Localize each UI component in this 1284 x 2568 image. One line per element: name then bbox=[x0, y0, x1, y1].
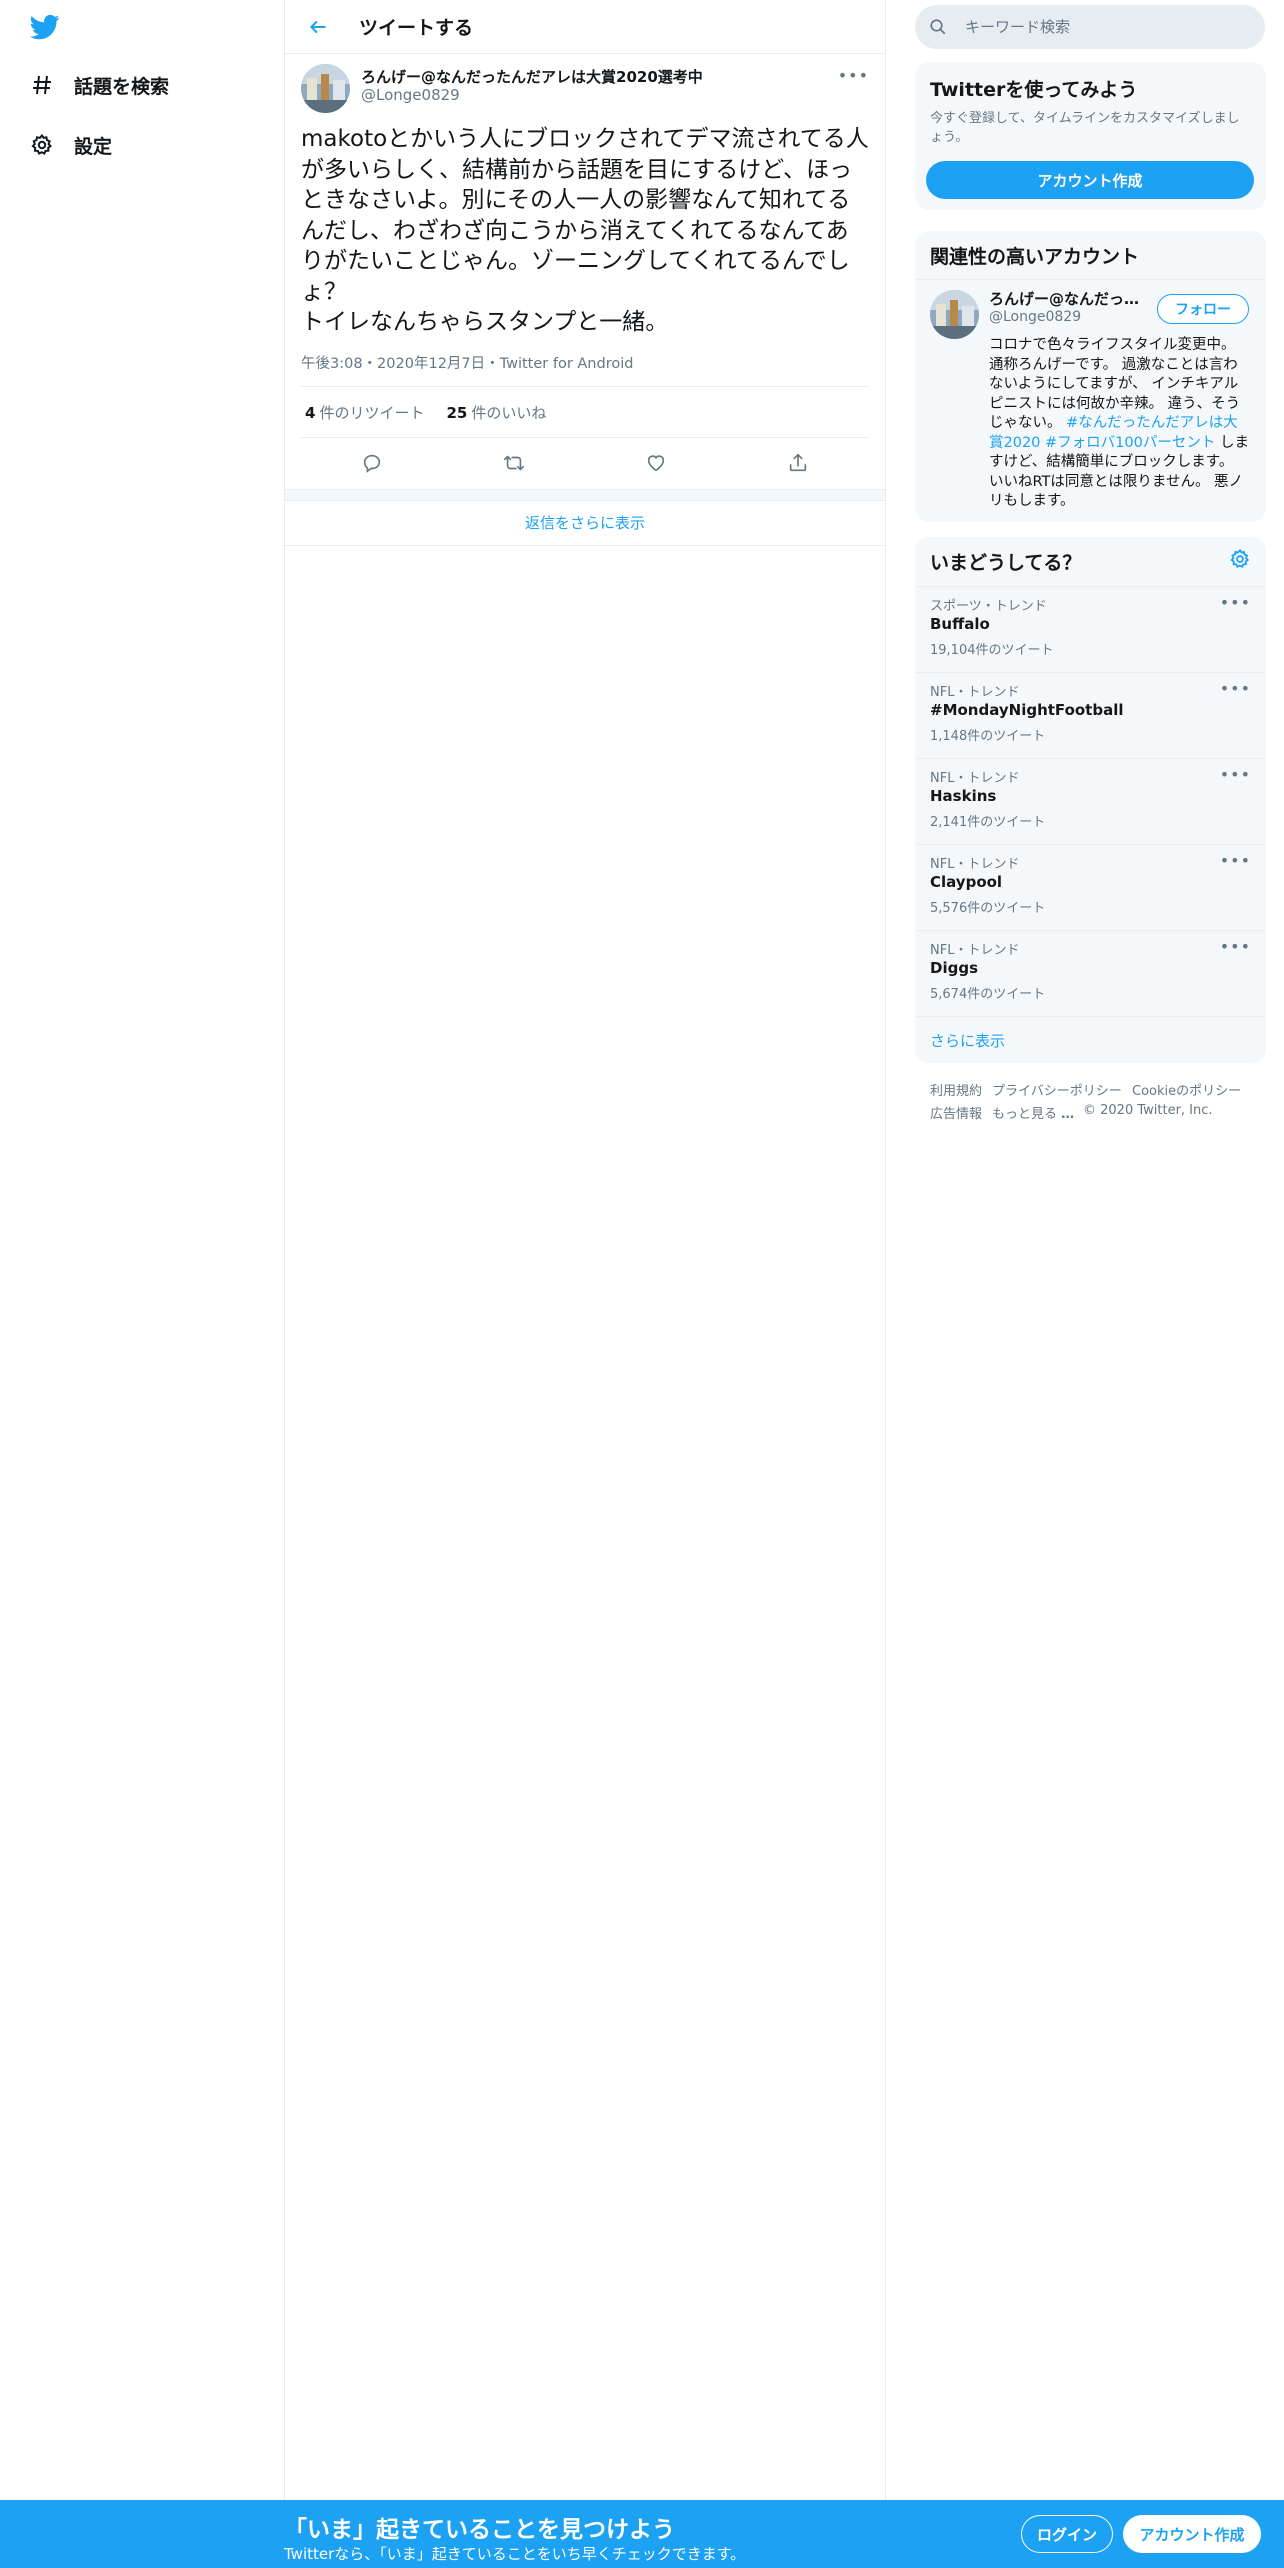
trend-more-icon[interactable]: ••• bbox=[1220, 851, 1251, 870]
tweet-stats: 4 件のリツイート 25 件のいいね bbox=[301, 386, 869, 438]
trend-category: NFL・トレンド bbox=[930, 685, 1020, 700]
page-title: ツイートする bbox=[359, 17, 474, 39]
share-icon[interactable] bbox=[781, 446, 815, 480]
hashtag-icon bbox=[28, 71, 56, 99]
signup-card-title: Twitterを使ってみよう bbox=[930, 79, 1138, 101]
nav-label-settings: 設定 bbox=[74, 135, 113, 158]
footer-links: 利用規約 プライバシーポリシー Cookieのポリシー 広告情報 もっと見る …… bbox=[930, 1078, 1270, 1128]
tweet-timestamp[interactable]: 午後3:08・2020年12月7日・Twitter for Android bbox=[301, 352, 633, 373]
back-arrow-icon[interactable] bbox=[303, 12, 333, 42]
trend-more-icon[interactable]: ••• bbox=[1220, 593, 1251, 612]
trends-card: いまどうしてる？ スポーツ・トレンド Buffalo 19,104件のツイート … bbox=[915, 537, 1266, 1063]
trend-count: 1,148件のツイート bbox=[930, 729, 1046, 744]
search-icon bbox=[929, 17, 949, 37]
follow-button[interactable]: フォロー bbox=[1157, 294, 1249, 324]
like-count-value: 25 bbox=[446, 403, 468, 422]
trend-count: 5,576件のツイート bbox=[930, 901, 1046, 916]
footer-more-dots-icon: … bbox=[1061, 1107, 1075, 1122]
trend-name: Buffalo bbox=[930, 615, 990, 633]
trend-name: Diggs bbox=[930, 959, 978, 977]
trend-more-icon[interactable]: ••• bbox=[1220, 679, 1251, 698]
trend-category: NFL・トレンド bbox=[930, 857, 1020, 872]
trends-show-more[interactable]: さらに表示 bbox=[916, 1016, 1265, 1062]
trend-name: Haskins bbox=[930, 787, 997, 805]
related-account-name[interactable]: ろんげー@なんだっ… bbox=[989, 288, 1149, 309]
trends-show-more-label: さらに表示 bbox=[930, 1032, 1006, 1050]
banner-title: 「いま」起きていることを見つけよう bbox=[284, 2517, 675, 2543]
banner-signup-button[interactable]: アカウント作成 bbox=[1123, 2515, 1261, 2553]
trends-title: いまどうしてる？ bbox=[930, 552, 1082, 574]
nav-item-settings[interactable]: 設定 bbox=[28, 121, 112, 169]
author-name[interactable]: ろんげー@なんだったんだアレは大賞2020選考中 bbox=[361, 66, 703, 87]
footer-ads-link[interactable]: 広告情報 bbox=[930, 1103, 982, 1122]
related-account-row[interactable]: ろんげー@なんだっ… @Longe0829 フォロー コロナで色々ライフスタイル… bbox=[916, 279, 1265, 521]
footer-more-label: もっと見る bbox=[992, 1107, 1058, 1122]
footer-cookie-link[interactable]: Cookieのポリシー bbox=[1132, 1080, 1241, 1099]
retweet-count[interactable]: 4 件のリツイート bbox=[305, 402, 424, 423]
like-count[interactable]: 25 件のいいね bbox=[446, 402, 546, 423]
left-nav: 話題を検索 設定 bbox=[0, 0, 284, 2568]
show-more-replies-link[interactable]: 返信をさらに表示 bbox=[285, 500, 885, 546]
retweet-count-value: 4 bbox=[305, 403, 316, 422]
signup-card-subtitle: 今すぐ登録して、タイムラインをカスタマイズしましょう。 bbox=[930, 111, 1240, 145]
reply-icon[interactable] bbox=[355, 446, 389, 480]
footer-copyright: © 2020 Twitter, Inc. bbox=[1083, 1103, 1213, 1118]
author-avatar[interactable] bbox=[301, 64, 350, 113]
trend-item[interactable]: NFL・トレンド Diggs 5,674件のツイート ••• bbox=[916, 930, 1265, 1016]
bio-hashtag-2[interactable]: #フォロバ100パーセント bbox=[1045, 435, 1215, 451]
related-account-handle[interactable]: @Longe0829 bbox=[989, 309, 1081, 325]
related-account-avatar[interactable] bbox=[930, 290, 979, 339]
author-handle[interactable]: @Longe0829 bbox=[361, 86, 460, 104]
login-button[interactable]: ログイン bbox=[1021, 2515, 1113, 2553]
twitter-logo-icon[interactable] bbox=[28, 12, 62, 42]
related-accounts-title: 関連性の高いアカウント bbox=[930, 246, 1140, 268]
trend-category: NFL・トレンド bbox=[930, 943, 1020, 958]
footer-privacy-link[interactable]: プライバシーポリシー bbox=[992, 1080, 1122, 1099]
more-options-icon[interactable]: ••• bbox=[838, 66, 869, 85]
tweet-detail-column: ツイートする ろんげー@なんだったんだアレは大賞2020選考中 @Longe08… bbox=[284, 0, 886, 2500]
signup-card: Twitterを使ってみよう 今すぐ登録して、タイムラインをカスタマイズしましょ… bbox=[915, 62, 1266, 210]
gear-icon bbox=[28, 131, 56, 159]
trend-count: 5,674件のツイート bbox=[930, 987, 1046, 1002]
retweet-icon[interactable] bbox=[497, 446, 531, 480]
like-count-label: 件のいいね bbox=[471, 403, 547, 422]
trend-item[interactable]: スポーツ・トレンド Buffalo 19,104件のツイート ••• bbox=[916, 586, 1265, 672]
related-account-bio: コロナで色々ライフスタイル変更中。通称ろんげーです。 過激なことは言わないように… bbox=[989, 336, 1249, 512]
banner-subtitle: Twitterなら、「いま」起きていることをいち早くチェックできます。 bbox=[284, 2545, 746, 2563]
signup-banner: 「いま」起きていることを見つけよう Twitterなら、「いま」起きていることを… bbox=[0, 2500, 1284, 2568]
trend-more-icon[interactable]: ••• bbox=[1220, 765, 1251, 784]
trends-settings-gear-icon[interactable] bbox=[1229, 548, 1253, 572]
footer-terms-link[interactable]: 利用規約 bbox=[930, 1080, 982, 1099]
trend-count: 2,141件のツイート bbox=[930, 815, 1046, 830]
trend-more-icon[interactable]: ••• bbox=[1220, 937, 1251, 956]
search-box[interactable] bbox=[915, 5, 1265, 49]
trend-item[interactable]: NFL・トレンド Claypool 5,576件のツイート ••• bbox=[916, 844, 1265, 930]
retweet-count-label: 件のリツイート bbox=[319, 403, 425, 422]
trend-item[interactable]: NFL・トレンド #MondayNightFootball 1,148件のツイー… bbox=[916, 672, 1265, 758]
trend-category: NFL・トレンド bbox=[930, 771, 1020, 786]
nav-label-explore: 話題を検索 bbox=[74, 75, 170, 98]
search-input[interactable] bbox=[963, 17, 1247, 37]
tweet-text: makotoとかいう人にブロックされてデマ流されてる人が多いらしく、結構前から話… bbox=[301, 126, 869, 335]
related-accounts-card: 関連性の高いアカウント ろんげー@なんだっ… @Longe0829 フォロー コ… bbox=[915, 231, 1266, 522]
page-header: ツイートする bbox=[285, 0, 885, 54]
footer-more-link[interactable]: もっと見る … bbox=[992, 1103, 1074, 1122]
trend-item[interactable]: NFL・トレンド Haskins 2,141件のツイート ••• bbox=[916, 758, 1265, 844]
nav-item-explore[interactable]: 話題を検索 bbox=[28, 61, 169, 109]
trend-count: 19,104件のツイート bbox=[930, 643, 1054, 658]
like-heart-icon[interactable] bbox=[639, 446, 673, 480]
trend-category: スポーツ・トレンド bbox=[930, 599, 1047, 614]
create-account-button[interactable]: アカウント作成 bbox=[926, 161, 1254, 199]
trend-name: #MondayNightFootball bbox=[930, 701, 1124, 719]
trend-name: Claypool bbox=[930, 873, 1003, 891]
tweet-actions bbox=[301, 437, 869, 489]
